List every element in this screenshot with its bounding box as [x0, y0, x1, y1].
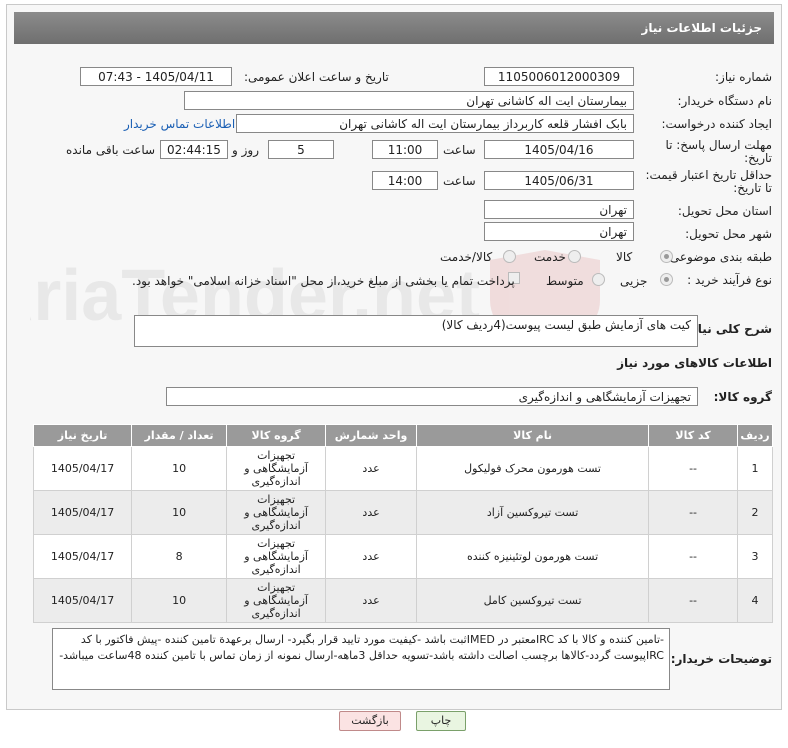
table-row: 3 -- تست هورمون لوتئینیزه کننده عدد تجهی… [32, 534, 774, 579]
reply-date-field: 1405/04/16 [484, 140, 634, 159]
announce-label: تاریخ و ساعت اعلان عمومی: [244, 70, 389, 84]
cell-date: 1405/04/17 [32, 578, 133, 623]
cell-row-no: 1 [736, 446, 774, 491]
price-time-label: ساعت [443, 174, 476, 188]
cell-unit: عدد [325, 578, 417, 623]
cell-date: 1405/04/17 [32, 534, 133, 579]
need-number-field: 1105006012000309 [484, 67, 634, 86]
cell-qty: 10 [131, 490, 228, 535]
buyer-contact-link[interactable]: اطلاعات تماس خریدار [124, 117, 235, 131]
col-header-group: گروه کالا [226, 424, 327, 447]
cell-date: 1405/04/17 [32, 490, 133, 535]
goods-group-label: گروه کالا: [713, 390, 772, 404]
back-button[interactable]: بازگشت [339, 711, 401, 731]
category-radio-service[interactable] [568, 250, 581, 263]
cell-row-no: 3 [736, 534, 774, 579]
reply-time-field: 11:00 [372, 140, 438, 159]
page-header: جزئیات اطلاعات نیاز [14, 12, 774, 44]
price-time-field: 14:00 [372, 171, 438, 190]
col-header-unit: واحد شمارش [325, 424, 417, 447]
process-option-minor: جزیی [620, 274, 648, 288]
table-row: 4 -- تست تیروکسین کامل عدد تجهیزات آزمای… [32, 578, 774, 623]
need-number-label: شماره نیاز: [715, 70, 772, 84]
cell-unit: عدد [325, 490, 417, 535]
process-radio-medium[interactable] [592, 273, 605, 286]
buyer-org-label: نام دستگاه خریدار: [677, 94, 773, 108]
province-label: استان محل تحویل: [677, 204, 772, 218]
col-header-qty: تعداد / مقدار [131, 424, 228, 447]
buyer-notes-textarea: -تامین کننده و کالا با کد IRCمعتبر در IM… [52, 628, 670, 690]
buyer-notes-label: توضیحات خریدار: [670, 652, 772, 666]
category-radio-goods[interactable] [660, 250, 673, 263]
cell-qty: 10 [131, 578, 228, 623]
print-button[interactable]: چاپ [416, 711, 466, 731]
city-field: تهران [484, 222, 634, 241]
cell-name: تست تیروکسین کامل [415, 578, 650, 623]
cell-name: تست هورمون لوتئینیزه کننده [415, 534, 650, 579]
days-label: روز و [232, 143, 259, 157]
treasury-payment-note: پرداخت تمام یا بخشی از مبلغ خرید،از محل … [132, 274, 515, 288]
process-option-medium: متوسط [546, 274, 584, 288]
remaining-label: ساعت باقی مانده [66, 143, 156, 157]
days-field: 5 [268, 140, 334, 159]
creator-label: ایجاد کننده درخواست: [661, 117, 772, 131]
province-field: تهران [484, 200, 634, 219]
price-deadline-label: حداقل تاریخ اعتبار قیمت: [645, 168, 772, 182]
reply-time-label: ساعت [443, 143, 476, 157]
cell-group: تجهیزات آزمایشگاهی و اندازه‌گیری [226, 534, 327, 579]
cell-row-no: 4 [736, 578, 774, 623]
process-label: نوع فرآیند خرید : [687, 273, 772, 287]
cell-unit: عدد [325, 446, 417, 491]
cell-group: تجهیزات آزمایشگاهی و اندازه‌گیری [226, 446, 327, 491]
table-header-row: ردیف کد کالا نام کالا واحد شمارش گروه کا… [32, 424, 774, 447]
cell-name: تست تیروکسین آزاد [415, 490, 650, 535]
cell-code: -- [648, 534, 738, 579]
cell-group: تجهیزات آزمایشگاهی و اندازه‌گیری [226, 578, 327, 623]
col-header-date: تاریخ نیاز [32, 424, 133, 447]
category-label: طبقه بندی موضوعی: [665, 250, 772, 264]
items-table: ردیف کد کالا نام کالا واحد شمارش گروه کا… [32, 424, 774, 623]
creator-field: بابک افشار قلعه کاربرداز بیمارستان ایت ا… [236, 114, 634, 133]
category-option-both: کالا/خدمت [440, 250, 493, 264]
cell-qty: 10 [131, 446, 228, 491]
cell-group: تجهیزات آزمایشگاهی و اندازه‌گیری [226, 490, 327, 535]
table-row: 1 -- تست هورمون محرک فولیکول عدد تجهیزات… [32, 446, 774, 491]
category-option-goods: کالا [616, 250, 633, 264]
goods-group-field: تجهیزات آزمایشگاهی و اندازه‌گیری [166, 387, 698, 406]
cell-date: 1405/04/17 [32, 446, 133, 491]
col-header-row-no: ردیف [736, 424, 774, 447]
remaining-time-field: 02:44:15 [160, 140, 228, 159]
city-label: شهر محل تحویل: [685, 227, 772, 241]
col-header-code: کد کالا [648, 424, 738, 447]
cell-row-no: 2 [736, 490, 774, 535]
price-date-field: 1405/06/31 [484, 171, 634, 190]
goods-section-title: اطلاعات کالاهای مورد نیاز [617, 356, 772, 370]
process-radio-minor[interactable] [660, 273, 673, 286]
buyer-org-field: بیمارستان ایت اله کاشانی تهران [184, 91, 634, 110]
cell-code: -- [648, 490, 738, 535]
summary-label: شرح کلی نیاز: [686, 322, 772, 336]
cell-unit: عدد [325, 534, 417, 579]
col-header-name: نام کالا [415, 424, 650, 447]
summary-textarea: کیت های آزمایش طبق لیست پیوست(4ردیف کالا… [134, 315, 698, 347]
price-deadline-label-2: تا تاریخ: [733, 181, 772, 195]
cell-name: تست هورمون محرک فولیکول [415, 446, 650, 491]
cell-qty: 8 [131, 534, 228, 579]
reply-deadline-label-2: تاریخ: [744, 151, 772, 165]
category-radio-both[interactable] [503, 250, 516, 263]
cell-code: -- [648, 446, 738, 491]
table-row: 2 -- تست تیروکسین آزاد عدد تجهیزات آزمای… [32, 490, 774, 535]
category-option-service: خدمت [534, 250, 566, 264]
reply-deadline-label: مهلت ارسال پاسخ: تا [665, 138, 772, 152]
announce-date-field: 1405/04/11 - 07:43 [80, 67, 232, 86]
cell-code: -- [648, 578, 738, 623]
